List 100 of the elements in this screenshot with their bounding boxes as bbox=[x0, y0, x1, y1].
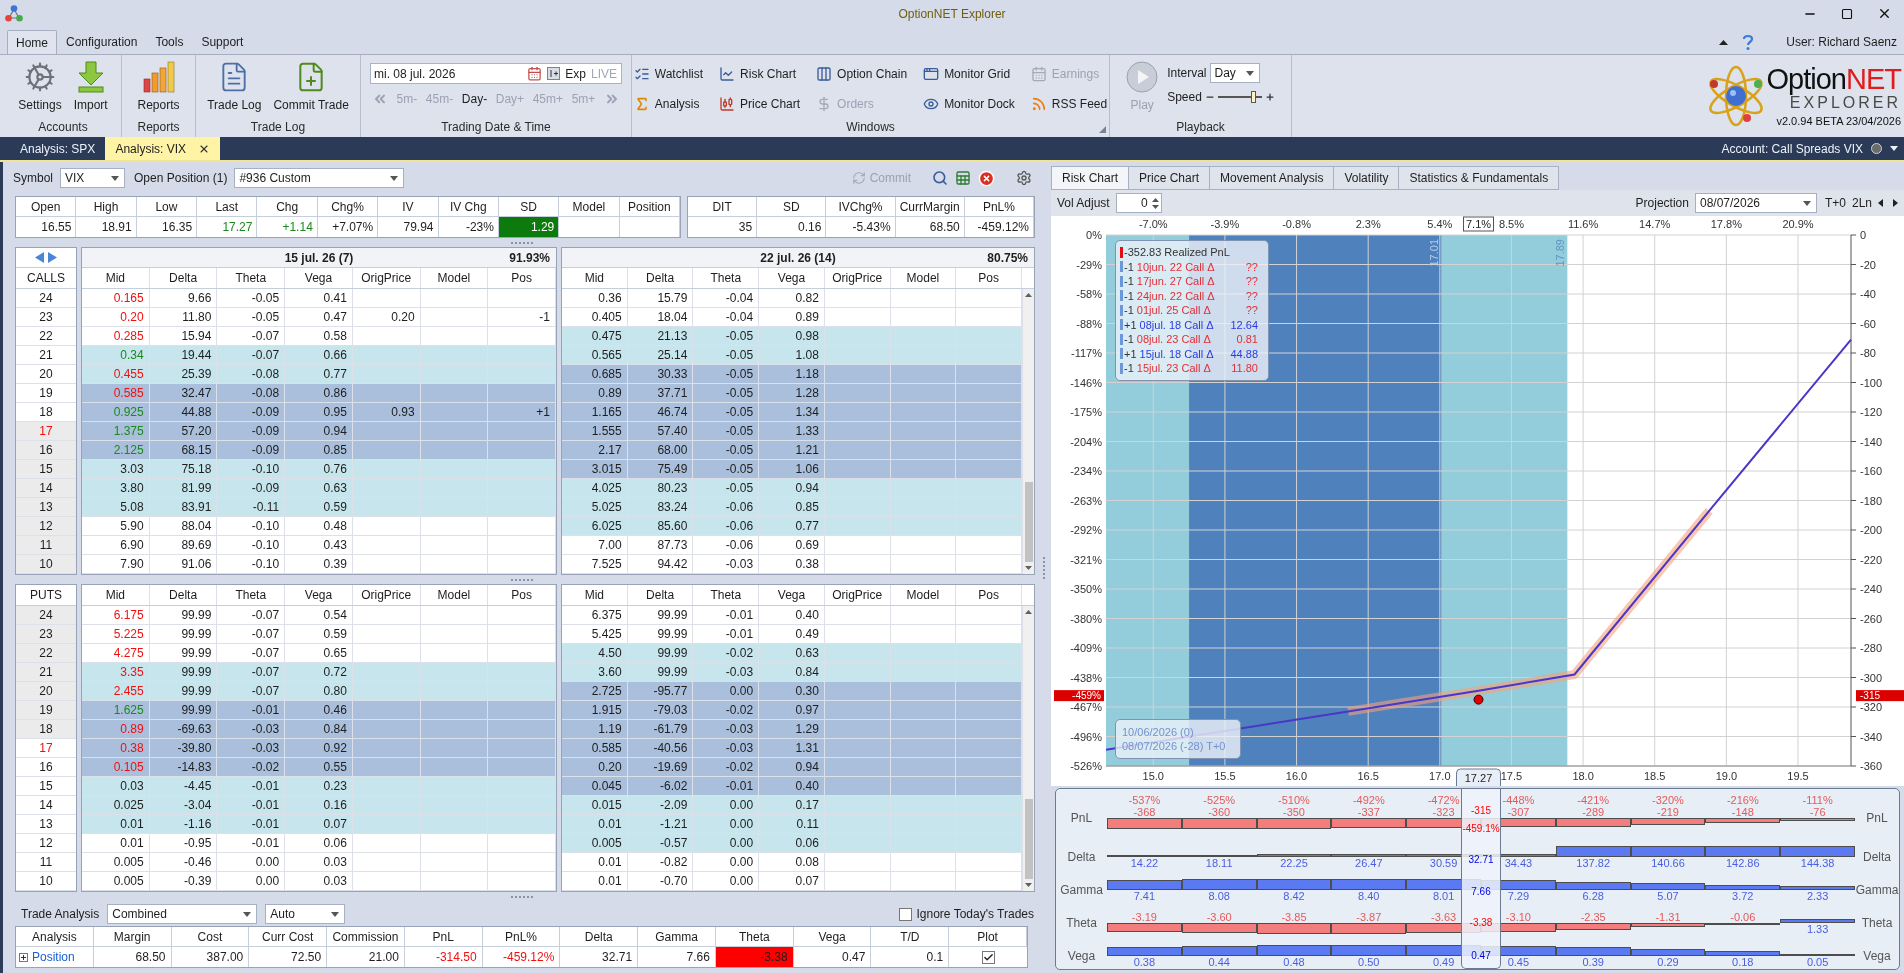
bar-percent-label: -492% bbox=[1352, 795, 1385, 806]
axis-label: -360 bbox=[1860, 760, 1883, 772]
bar-value-label: 1.33 bbox=[1806, 923, 1829, 935]
strike-cell: 11 bbox=[16, 536, 76, 555]
field-label: Trade Analysis bbox=[21, 906, 100, 923]
current-value-label: -459.1% bbox=[1462, 822, 1500, 836]
lines-label: 2Ln bbox=[1851, 195, 1872, 212]
axis-label: 15.5 bbox=[1214, 770, 1236, 782]
axis-label: -120 bbox=[1860, 406, 1883, 418]
column-header: Delta bbox=[149, 268, 218, 288]
column-header: PnL% bbox=[482, 927, 561, 947]
strike-cell: 21 bbox=[16, 663, 76, 682]
axis-label: -467% bbox=[1070, 701, 1102, 713]
column-header: Theta bbox=[693, 268, 760, 288]
legend-entry: +1 08jul. 18 Call Δ bbox=[1124, 317, 1215, 333]
axis-label: -200 bbox=[1860, 524, 1883, 536]
bar-value-label: 7.41 bbox=[1133, 890, 1156, 902]
axis-label: 19.0 bbox=[1715, 770, 1738, 782]
table-cell: 0.39 bbox=[285, 555, 353, 574]
bar-value-label: -3.87 bbox=[1356, 911, 1382, 923]
table-cell: -459.12% bbox=[964, 217, 1034, 237]
bar-value-label: 2.33 bbox=[1806, 890, 1829, 902]
axis-label: 16.0 bbox=[1285, 770, 1308, 782]
axis-label: -3.9% bbox=[1210, 218, 1240, 230]
column-header: IV bbox=[378, 197, 439, 217]
axis-label: 5.4% bbox=[1427, 218, 1453, 230]
column-header: Theta bbox=[217, 268, 286, 288]
column-header: Mid bbox=[82, 268, 150, 288]
row-label: Theta bbox=[1861, 915, 1893, 932]
axis-label: -117% bbox=[1071, 347, 1102, 359]
column-header: Delta bbox=[149, 585, 218, 605]
bar-value-label: 26.47 bbox=[1355, 857, 1383, 869]
column-header: Vega bbox=[793, 927, 872, 947]
axis-label: -7.0% bbox=[1138, 218, 1168, 230]
table-cell: 0.00 bbox=[693, 872, 760, 891]
bar-percent-label: -537% bbox=[1128, 795, 1161, 806]
bar-value-label: 14.22 bbox=[1130, 857, 1159, 869]
column-header: Position bbox=[619, 197, 680, 217]
group-label: Playback bbox=[1176, 120, 1225, 136]
legend-entry: +1 15jul. 18 Call Δ bbox=[1124, 346, 1215, 362]
row-label: Gamma bbox=[1855, 882, 1899, 899]
axis-label: -526% bbox=[1070, 760, 1102, 772]
bar-value-label: 0.49 bbox=[1432, 956, 1455, 968]
expiry-title: 15 jul. 26 (7) bbox=[284, 249, 354, 267]
axis-label: -160 bbox=[1860, 465, 1883, 477]
column-header: Commission bbox=[327, 927, 405, 947]
group-label: Trading Date & Time bbox=[441, 120, 551, 136]
bar-value-label: 34.43 bbox=[1504, 857, 1533, 869]
bar-value-label: 140.66 bbox=[1651, 857, 1685, 869]
column-header: Pos bbox=[488, 585, 556, 605]
legend-value: ?? bbox=[1245, 259, 1259, 275]
axis-label: 8.5% bbox=[1498, 218, 1524, 230]
axis-label: -20 bbox=[1860, 258, 1876, 271]
table-cell: 7.66 bbox=[638, 947, 716, 967]
legend-entry: -1 10jun. 22 Call Δ bbox=[1124, 259, 1216, 275]
table-cell: -314.50 bbox=[404, 947, 483, 967]
field-label: Symbol bbox=[13, 170, 53, 187]
column-header: Vega bbox=[285, 268, 353, 288]
bar-value-label: 3.72 bbox=[1732, 890, 1754, 902]
column-header: Low bbox=[136, 197, 198, 217]
strike-cell: 23 bbox=[16, 625, 76, 644]
table-cell: 7.525 bbox=[562, 555, 628, 574]
column-header: Pos bbox=[956, 585, 1022, 605]
table-cell: 0.005 bbox=[82, 872, 150, 891]
group-label: Windows bbox=[846, 120, 895, 136]
legend-value: 0.81 bbox=[1236, 332, 1259, 347]
axis-label: 15.0 bbox=[1142, 770, 1164, 782]
axis-label: 11.6% bbox=[1567, 218, 1599, 230]
column-header: IVChg% bbox=[826, 197, 896, 217]
row-label: Vega bbox=[1863, 948, 1891, 965]
table-cell: 0.03 bbox=[285, 872, 353, 891]
row-label: Vega bbox=[1067, 948, 1096, 965]
column-header: Model bbox=[420, 585, 489, 605]
bar-value-label: -1.31 bbox=[1655, 911, 1681, 923]
bar-percent-label: -448% bbox=[1502, 795, 1535, 806]
table-cell: -5.43% bbox=[826, 217, 896, 237]
group-label: Trade Log bbox=[250, 120, 306, 136]
axis-label: 14.7% bbox=[1639, 218, 1671, 230]
axis-label: -40 bbox=[1860, 288, 1876, 300]
column-header: Plot bbox=[949, 927, 1027, 947]
axis-label: -80 bbox=[1860, 347, 1876, 359]
row-label: PnL bbox=[1070, 810, 1093, 827]
probability-label: 91.93% bbox=[509, 249, 550, 267]
strike-cell: 10 bbox=[16, 555, 76, 574]
column-header: Gamma bbox=[638, 927, 716, 947]
expiry-title: 22 jul. 26 (14) bbox=[760, 249, 836, 267]
table-cell: 72.50 bbox=[249, 947, 328, 967]
axis-label: 17.8% bbox=[1710, 218, 1742, 230]
table-cell: 35 bbox=[688, 217, 758, 237]
bar-value-label: 0.05 bbox=[1806, 956, 1829, 968]
group-label: Reports bbox=[137, 120, 180, 136]
bar-value-label: 7.29 bbox=[1507, 890, 1530, 902]
table-cell: 21.00 bbox=[327, 947, 405, 967]
bar-value-label: -148 bbox=[1731, 806, 1754, 818]
row-label: Theta bbox=[1066, 915, 1097, 932]
bar-value-label: 5.07 bbox=[1657, 890, 1679, 902]
table-cell: 0.16 bbox=[757, 217, 827, 237]
current-change-label: 7.1% bbox=[1463, 216, 1494, 232]
field-label: Open Position (1) bbox=[134, 170, 228, 187]
table-cell: 17.27 bbox=[197, 217, 258, 237]
